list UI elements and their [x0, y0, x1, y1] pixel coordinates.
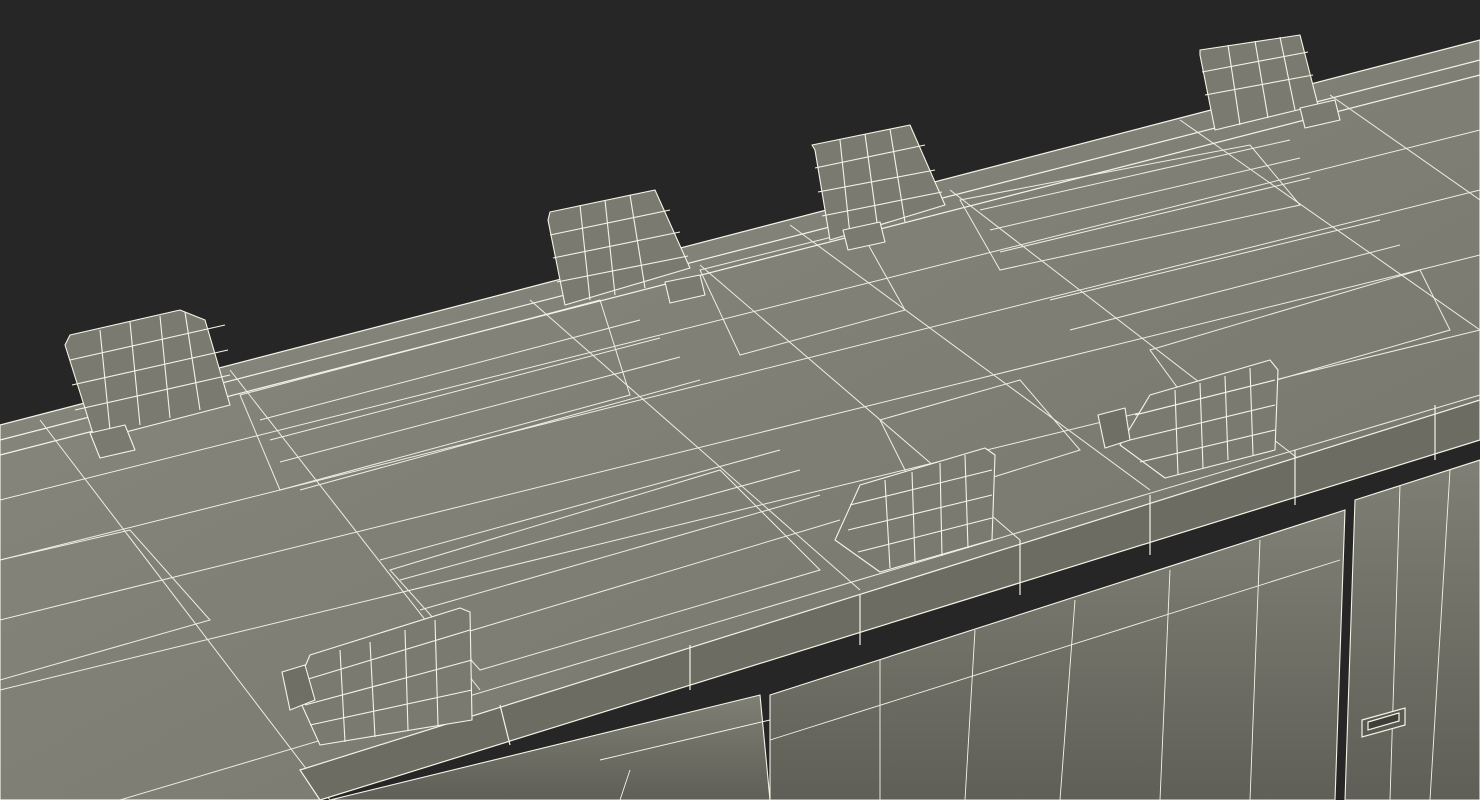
front-panel-right [1344, 459, 1480, 800]
render-viewport [0, 0, 1480, 800]
wireframe-render [0, 0, 1480, 800]
